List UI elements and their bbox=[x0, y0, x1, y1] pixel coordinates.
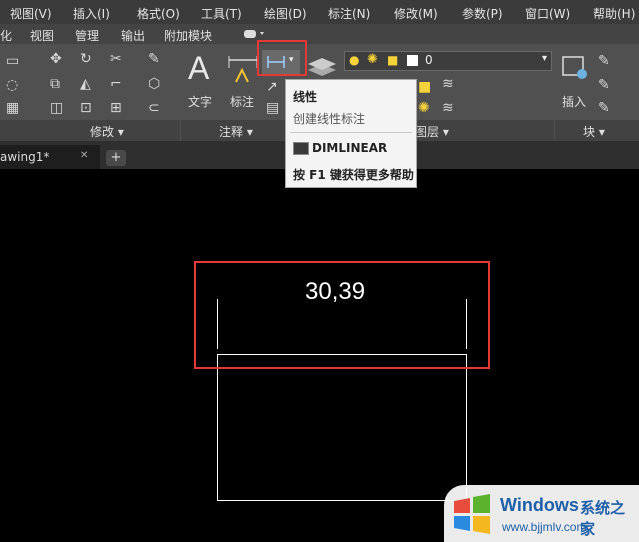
layers-panel-label[interactable]: 图层 ▾ bbox=[415, 123, 449, 140]
ribbon-tab-row: 化 视图 管理 输出 附加模块 bbox=[0, 24, 639, 44]
dimension-button-label: 标注 bbox=[230, 95, 255, 109]
move-icon[interactable]: ✥ bbox=[50, 52, 62, 66]
trim-icon[interactable]: ✂ bbox=[110, 52, 122, 66]
text-a-icon: A bbox=[188, 50, 210, 86]
close-icon[interactable]: ✕ bbox=[80, 150, 88, 161]
tab-output[interactable]: 输出 bbox=[121, 27, 145, 44]
insert-block-icon bbox=[562, 56, 587, 79]
text-button[interactable]: A 文字 bbox=[186, 50, 218, 112]
tooltip-title: 线性 bbox=[293, 90, 318, 104]
menu-help[interactable]: 帮助(H) bbox=[593, 5, 635, 22]
annotation-panel-label[interactable]: 注释 ▾ bbox=[219, 123, 253, 140]
block-panel-label[interactable]: 块 ▾ bbox=[583, 123, 605, 140]
tooltip-help: 按 F1 键获得更多帮助 bbox=[293, 168, 414, 182]
menu-insert[interactable]: 插入(I) bbox=[73, 5, 110, 22]
linear-dimension-tooltip: 线性 创建线性标注 DIMLINEAR 按 F1 键获得更多帮助 bbox=[285, 79, 417, 188]
insert-button-label: 插入 bbox=[562, 95, 587, 109]
menu-view[interactable]: 视图(V) bbox=[10, 5, 52, 22]
leader-icon[interactable]: ↗ bbox=[266, 80, 278, 94]
offset-icon[interactable]: ⊂ bbox=[148, 101, 160, 115]
windows-logo-icon bbox=[454, 494, 490, 534]
watermark-suffix: 系统之家 bbox=[580, 499, 626, 538]
new-tab-button[interactable]: + bbox=[106, 150, 126, 166]
block-attributes-icon[interactable]: ✎ bbox=[598, 101, 610, 115]
fillet-icon[interactable]: ⌐ bbox=[110, 77, 122, 91]
watermark: Windows 系统之家 www.bjjmlv.com bbox=[444, 485, 639, 542]
linear-dimension-highlight bbox=[257, 40, 307, 76]
tab-manage[interactable]: 管理 bbox=[75, 27, 99, 44]
tooltip-command: DIMLINEAR bbox=[312, 141, 388, 155]
menu-draw[interactable]: 绘图(D) bbox=[264, 5, 307, 22]
hatch-icon[interactable]: ▦ bbox=[6, 101, 19, 115]
circle-dash-icon[interactable]: ◌ bbox=[6, 78, 18, 92]
layer-state-icon[interactable]: ≋ bbox=[442, 101, 454, 115]
stretch-icon[interactable]: ◫ bbox=[50, 101, 63, 115]
lightbulb-icon: ● bbox=[349, 53, 360, 67]
menu-tools[interactable]: 工具(T) bbox=[201, 5, 242, 22]
add-icon: + bbox=[110, 150, 122, 165]
menu-bar: 视图(V) 插入(I) 格式(O) 工具(T) 绘图(D) 标注(N) 修改(M… bbox=[0, 0, 639, 24]
watermark-url: www.bjjmlv.com bbox=[502, 520, 587, 534]
document-tab[interactable]: awing1* ✕ bbox=[0, 145, 100, 169]
layer-match-icon[interactable]: ≋ bbox=[442, 77, 454, 91]
unlock-icon: ■ bbox=[387, 53, 399, 67]
tooltip-description: 创建线性标注 bbox=[293, 112, 366, 126]
menu-parameters[interactable]: 参数(P) bbox=[462, 5, 503, 22]
table-icon[interactable]: ▤ bbox=[266, 101, 279, 115]
document-name: awing1* bbox=[0, 150, 50, 164]
tab-partial[interactable]: 化 bbox=[0, 27, 12, 44]
menu-format[interactable]: 格式(O) bbox=[137, 5, 180, 22]
create-block-icon[interactable]: ✎ bbox=[598, 54, 610, 68]
text-button-label: 文字 bbox=[188, 95, 213, 109]
modify-panel-bar: 修改 ▾ bbox=[0, 120, 180, 141]
layer-chevron-down-icon: ▾ bbox=[541, 53, 547, 64]
block-panel-bar: 块 ▾ bbox=[555, 120, 639, 141]
dimension-icon bbox=[228, 56, 258, 83]
tab-view[interactable]: 视图 bbox=[30, 27, 54, 44]
menu-modify[interactable]: 修改(M) bbox=[394, 5, 438, 22]
command-icon bbox=[293, 142, 309, 155]
explode-icon[interactable]: ⬡ bbox=[148, 77, 160, 91]
edit-block-icon[interactable]: ✎ bbox=[598, 78, 610, 92]
rectangle-icon[interactable]: ▭ bbox=[6, 54, 19, 68]
sun-icon: ✺ bbox=[367, 52, 378, 67]
layer-name: 0 bbox=[425, 53, 433, 67]
menu-window[interactable]: 窗口(W) bbox=[525, 5, 570, 22]
drawn-rectangle bbox=[217, 354, 467, 501]
dimension-highlight bbox=[194, 261, 490, 369]
insert-button[interactable]: 插入 bbox=[558, 50, 592, 112]
mirror-icon[interactable]: ◭ bbox=[80, 77, 91, 91]
erase-icon[interactable]: ✎ bbox=[148, 52, 160, 66]
layer-dropdown[interactable]: ● ✺ ■ 0 ▾ bbox=[344, 51, 552, 71]
layer-freeze-icon[interactable]: ✺ bbox=[418, 101, 430, 115]
layer-color-swatch bbox=[407, 55, 418, 66]
layer-lock-icon[interactable]: ■ bbox=[418, 80, 431, 94]
scale-icon[interactable]: ⊡ bbox=[80, 101, 92, 115]
tooltip-divider bbox=[290, 132, 412, 133]
copy-icon[interactable]: ⧉ bbox=[50, 77, 60, 91]
ribbon-toggle-icon[interactable] bbox=[242, 28, 266, 40]
menu-dimension[interactable]: 标注(N) bbox=[328, 5, 370, 22]
modify-panel-label[interactable]: 修改 ▾ bbox=[90, 123, 124, 140]
watermark-brand: Windows bbox=[500, 495, 579, 515]
tab-addons[interactable]: 附加模块 bbox=[164, 27, 212, 44]
array-icon[interactable]: ⊞ bbox=[110, 101, 122, 115]
layer-properties-icon[interactable] bbox=[306, 52, 338, 82]
rotate-icon[interactable]: ↻ bbox=[80, 52, 92, 66]
